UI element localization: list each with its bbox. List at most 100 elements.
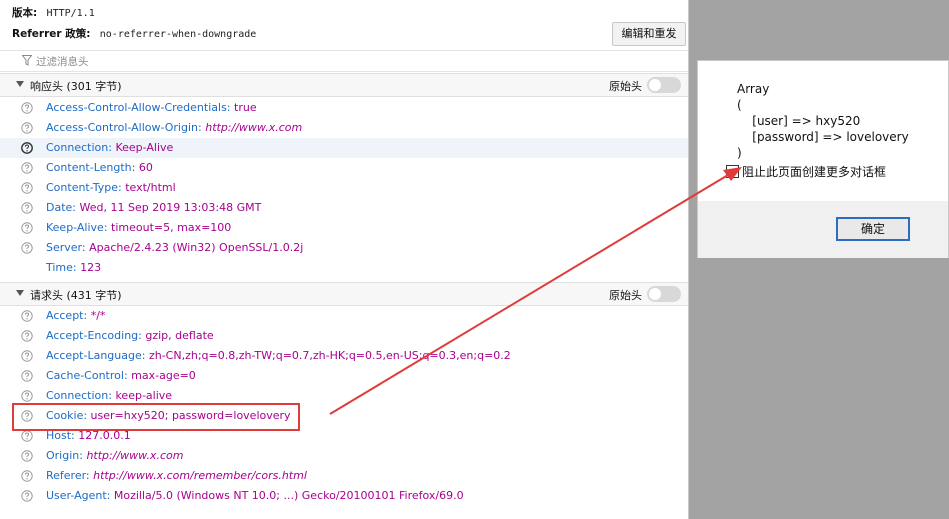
- header-row[interactable]: Time: 123: [0, 258, 688, 278]
- header-text[interactable]: Accept: */*: [46, 309, 105, 322]
- response-raw-toggle[interactable]: [647, 77, 681, 93]
- header-text[interactable]: Accept-Encoding: gzip, deflate: [46, 329, 214, 342]
- header-row[interactable]: Access-Control-Allow-Origin: http://www.…: [0, 118, 688, 138]
- header-value: 60: [138, 161, 153, 174]
- question-circle-icon[interactable]: [21, 122, 33, 134]
- referrer-policy-value: no-referrer-when-downgrade: [99, 29, 257, 40]
- question-circle-icon[interactable]: [21, 390, 33, 402]
- header-row[interactable]: Access-Control-Allow-Credentials: true: [0, 98, 688, 118]
- header-row[interactable]: Accept-Encoding: gzip, deflate: [0, 326, 688, 346]
- version-value: HTTP/1.1: [46, 8, 95, 19]
- header-text[interactable]: Access-Control-Allow-Credentials: true: [46, 101, 257, 114]
- edit-and-resend-button[interactable]: 编辑和重发: [612, 22, 686, 46]
- question-circle-icon[interactable]: [21, 470, 33, 482]
- header-name: Time:: [46, 261, 77, 274]
- header-row[interactable]: Origin: http://www.x.com: [0, 446, 688, 466]
- question-circle-icon[interactable]: [21, 330, 33, 342]
- ok-button[interactable]: 确定: [836, 217, 910, 241]
- question-circle-icon[interactable]: [21, 430, 33, 442]
- header-row[interactable]: Accept: */*: [0, 306, 688, 326]
- header-text[interactable]: Connection: Keep-Alive: [46, 141, 173, 154]
- header-name: Access-Control-Allow-Credentials:: [46, 101, 231, 114]
- question-circle-icon[interactable]: [21, 202, 33, 214]
- block-dialogs-checkbox[interactable]: [726, 165, 739, 178]
- header-value: Keep-Alive: [115, 141, 174, 154]
- header-text[interactable]: Date: Wed, 11 Sep 2019 13:03:48 GMT: [46, 201, 261, 214]
- response-headers-section[interactable]: 响应头 (301 字节) 原始头: [0, 73, 688, 97]
- header-text[interactable]: Cache-Control: max-age=0: [46, 369, 196, 382]
- header-text[interactable]: User-Agent: Mozilla/5.0 (Windows NT 10.0…: [46, 489, 464, 502]
- response-raw-label: 原始头: [609, 80, 642, 93]
- header-text[interactable]: Access-Control-Allow-Origin: http://www.…: [46, 121, 302, 134]
- question-circle-icon[interactable]: [21, 102, 33, 114]
- header-value: keep-alive: [115, 389, 173, 402]
- header-text[interactable]: Keep-Alive: timeout=5, max=100: [46, 221, 231, 234]
- header-text[interactable]: Accept-Language: zh-CN,zh;q=0.8,zh-TW;q=…: [46, 349, 511, 362]
- header-value: http://www.x.com/remember/cors.html: [93, 469, 307, 482]
- question-circle-icon[interactable]: [21, 182, 33, 194]
- request-raw-toggle[interactable]: [647, 286, 681, 302]
- header-value: timeout=5, max=100: [111, 221, 232, 234]
- question-circle-icon[interactable]: [21, 162, 33, 174]
- header-text[interactable]: Origin: http://www.x.com: [46, 449, 183, 462]
- header-row[interactable]: Cache-Control: max-age=0: [0, 366, 688, 386]
- header-name: User-Agent:: [46, 489, 111, 502]
- header-row[interactable]: Keep-Alive: timeout=5, max=100: [0, 218, 688, 238]
- question-circle-icon[interactable]: [21, 142, 33, 154]
- header-row[interactable]: Referer: http://www.x.com/remember/cors.…: [0, 466, 688, 486]
- question-circle-icon[interactable]: [21, 350, 33, 362]
- alert-dialog: Array ( [user] => hxy520 [password] => l…: [697, 60, 949, 258]
- header-name: Accept-Language:: [46, 349, 146, 362]
- question-circle-icon[interactable]: [21, 310, 33, 322]
- triangle-down-icon[interactable]: [16, 81, 24, 87]
- header-text[interactable]: Content-Length: 60: [46, 161, 153, 174]
- question-circle-icon[interactable]: [21, 490, 33, 502]
- header-text[interactable]: Connection: keep-alive: [46, 389, 172, 402]
- dialog-message-line: [password] => lovelovery: [737, 130, 909, 144]
- header-text[interactable]: Time: 123: [46, 261, 101, 274]
- header-row[interactable]: Server: Apache/2.4.23 (Win32) OpenSSL/1.…: [0, 238, 688, 258]
- header-name: Accept:: [46, 309, 88, 322]
- question-circle-icon[interactable]: [21, 450, 33, 462]
- header-name: Keep-Alive:: [46, 221, 108, 234]
- dialog-message-line: (: [737, 98, 742, 112]
- header-row[interactable]: User-Agent: Mozilla/5.0 (Windows NT 10.0…: [0, 486, 688, 506]
- header-name: Server:: [46, 241, 86, 254]
- header-value: gzip, deflate: [145, 329, 214, 342]
- block-dialogs-label[interactable]: 阻止此页面创建更多对话框: [742, 163, 886, 180]
- header-value: */*: [90, 309, 106, 322]
- dialog-message-line: [user] => hxy520: [737, 114, 861, 128]
- header-value: Apache/2.4.23 (Win32) OpenSSL/1.0.2j: [89, 241, 304, 254]
- request-headers-title: 请求头 (431 字节): [30, 289, 122, 302]
- header-text[interactable]: Content-Type: text/html: [46, 181, 176, 194]
- cookie-highlight-box: [12, 403, 300, 431]
- triangle-down-icon[interactable]: [16, 290, 24, 296]
- header-value: text/html: [125, 181, 176, 194]
- toggle-knob: [649, 288, 661, 300]
- header-row[interactable]: Date: Wed, 11 Sep 2019 13:03:48 GMT: [0, 198, 688, 218]
- header-row[interactable]: Connection: Keep-Alive: [0, 138, 688, 158]
- header-row[interactable]: Accept-Language: zh-CN,zh;q=0.8,zh-TW;q=…: [0, 346, 688, 366]
- question-circle-icon[interactable]: [21, 370, 33, 382]
- header-value: max-age=0: [131, 369, 196, 382]
- header-value: http://www.x.com: [86, 449, 184, 462]
- question-circle-icon[interactable]: [21, 222, 33, 234]
- header-text[interactable]: Server: Apache/2.4.23 (Win32) OpenSSL/1.…: [46, 241, 303, 254]
- header-name: Access-Control-Allow-Origin:: [46, 121, 202, 134]
- referrer-policy-row: Referrer 政策: no-referrer-when-downgrade: [12, 26, 256, 42]
- header-text[interactable]: Referer: http://www.x.com/remember/cors.…: [46, 469, 307, 482]
- filter-headers-bar[interactable]: 过滤消息头: [0, 50, 688, 72]
- filter-headers-input[interactable]: 过滤消息头: [36, 54, 89, 69]
- header-row[interactable]: Content-Length: 60: [0, 158, 688, 178]
- header-value: true: [234, 101, 257, 114]
- header-name: Origin:: [46, 449, 83, 462]
- header-name: Content-Type:: [46, 181, 122, 194]
- dialog-message-line: ): [737, 146, 742, 160]
- response-headers-title: 响应头 (301 字节): [30, 80, 122, 93]
- header-name: Connection:: [46, 141, 112, 154]
- request-raw-label: 原始头: [609, 289, 642, 302]
- request-headers-section[interactable]: 请求头 (431 字节) 原始头: [0, 282, 688, 306]
- toggle-knob: [649, 79, 661, 91]
- header-row[interactable]: Content-Type: text/html: [0, 178, 688, 198]
- question-circle-icon[interactable]: [21, 242, 33, 254]
